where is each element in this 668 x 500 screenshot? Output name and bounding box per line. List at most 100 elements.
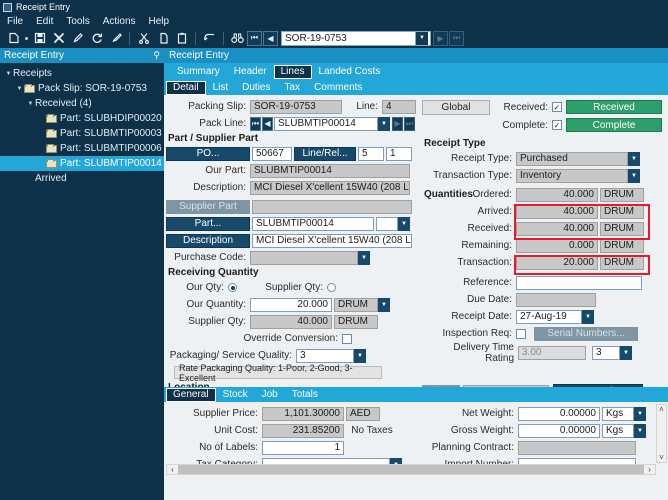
complete-checkbox[interactable]: ✓ <box>552 120 562 130</box>
packaging-quality-chevron-down-icon[interactable]: ▼ <box>354 349 366 363</box>
scroll-right-icon[interactable]: › <box>644 465 655 474</box>
tree-item[interactable]: Part: SLUBMTIP00003 <box>0 126 164 141</box>
pack-line-prev-icon[interactable]: ◀ <box>262 117 273 131</box>
our-qty-radio[interactable] <box>228 283 237 292</box>
our-quantity-uom-chevron-down-icon[interactable]: ▼ <box>378 298 390 312</box>
net-weight-field[interactable]: 0.00000 <box>518 407 600 421</box>
tab-detail[interactable]: Detail <box>166 81 206 95</box>
tree-item[interactable]: Part: SLUBHDIP00020 <box>0 111 164 126</box>
vertical-scrollbar[interactable]: ˄ ˅ <box>656 404 667 463</box>
clear-icon[interactable] <box>106 29 125 47</box>
pack-line-field[interactable]: SLUBMTIP00014 <box>274 117 378 131</box>
gross-weight-uom-field[interactable]: Kgs <box>602 424 634 438</box>
scroll-thumb[interactable] <box>178 465 644 474</box>
chevron-down-icon[interactable]: ▼ <box>415 32 428 45</box>
transaction-type-chevron-down-icon[interactable]: ▼ <box>628 169 640 183</box>
tab-comments[interactable]: Comments <box>307 81 369 95</box>
unit-cost-label: Unit Cost: <box>166 425 262 436</box>
search-input[interactable] <box>282 32 415 45</box>
binoculars-icon[interactable] <box>228 29 247 47</box>
menu-item-help[interactable]: Help <box>148 16 171 27</box>
tab-landed-costs[interactable]: Landed Costs <box>312 65 388 79</box>
part-field[interactable]: SLUBMTIP00014 <box>252 217 374 231</box>
collapse-arrow-icon[interactable]: ▼ <box>15 86 24 92</box>
tab-tax[interactable]: Tax <box>278 81 308 95</box>
override-conversion-checkbox[interactable] <box>342 334 352 344</box>
pack-line-last-icon[interactable]: ⏭ <box>404 117 415 131</box>
description-button[interactable]: Description <box>166 234 250 248</box>
previous-record-icon[interactable]: ◀ <box>263 31 278 46</box>
collapse-arrow-icon[interactable]: ▼ <box>26 101 35 107</box>
menu-item-actions[interactable]: Actions <box>102 16 137 27</box>
part-extra-field[interactable] <box>376 217 398 231</box>
copy-icon[interactable] <box>153 29 172 47</box>
horizontal-scrollbar[interactable]: ‹ › <box>166 464 656 475</box>
next-record-icon[interactable]: ▶ <box>433 31 448 46</box>
inspection-req-checkbox[interactable] <box>516 329 526 339</box>
supplier-qty-radio[interactable] <box>327 283 336 292</box>
pack-line-chevron-down-icon[interactable]: ▼ <box>378 117 390 131</box>
line-rel-line-field[interactable]: 5 <box>358 147 384 161</box>
tab-stock[interactable]: Stock <box>216 388 255 402</box>
tree-item[interactable]: ▼Receipts <box>0 66 164 81</box>
net-weight-uom-field[interactable]: Kgs <box>602 407 634 421</box>
menu-item-file[interactable]: File <box>6 16 24 27</box>
tab-duties[interactable]: Duties <box>235 81 277 95</box>
delivery-rating-chevron-down-icon[interactable]: ▼ <box>620 346 632 360</box>
receipt-date-field[interactable]: 27-Aug-19 <box>516 310 582 324</box>
last-record-icon[interactable]: ⏭ <box>449 31 464 46</box>
pack-line-first-icon[interactable]: ⏮ <box>250 117 261 131</box>
tab-totals[interactable]: Totals <box>285 388 325 402</box>
new-icon[interactable] <box>4 29 23 47</box>
description2-field[interactable]: MCI Diesel X'cellent 15W40 (208 Ltr) <box>252 234 412 248</box>
tab-header[interactable]: Header <box>227 65 274 79</box>
net-weight-chevron-down-icon[interactable]: ▼ <box>634 407 646 421</box>
tree-item[interactable]: Part: SLUBMTIP00006 <box>0 141 164 156</box>
tab-summary[interactable]: Summary <box>170 65 227 79</box>
scroll-up-icon[interactable]: ˄ <box>659 405 664 414</box>
scroll-left-icon[interactable]: ‹ <box>167 465 178 474</box>
tree-item[interactable]: ▼Pack Slip: SOR-19-0753 <box>0 81 164 96</box>
paste-icon[interactable] <box>172 29 191 47</box>
part-button[interactable]: Part... <box>166 217 250 231</box>
tab-lines[interactable]: Lines <box>274 65 312 79</box>
save-icon[interactable] <box>30 29 49 47</box>
global-button[interactable]: Global <box>422 100 490 115</box>
pack-line-next-icon[interactable]: ▶ <box>392 117 403 131</box>
delete-icon[interactable] <box>49 29 68 47</box>
received-checkbox[interactable]: ✓ <box>552 102 562 112</box>
tree-item[interactable]: Arrived <box>0 171 164 186</box>
line-rel-release-field[interactable]: 1 <box>386 147 412 161</box>
our-quantity-field[interactable]: 20.000 <box>250 298 332 312</box>
refresh-icon[interactable] <box>87 29 106 47</box>
reference-field[interactable] <box>516 276 642 290</box>
part-chevron-down-icon[interactable]: ▼ <box>398 217 410 231</box>
menu-item-edit[interactable]: Edit <box>35 16 54 27</box>
receipt-type-chevron-down-icon[interactable]: ▼ <box>628 152 640 166</box>
search-box[interactable]: ▼ <box>281 31 431 46</box>
tab-list[interactable]: List <box>206 81 236 95</box>
scroll-down-icon[interactable]: ˅ <box>659 453 664 462</box>
po-button[interactable]: PO... <box>166 147 250 161</box>
delivery-rating-select[interactable]: 3 <box>592 346 620 360</box>
packaging-quality-field[interactable]: 3 <box>296 349 354 363</box>
po-field[interactable]: 50667 <box>252 147 292 161</box>
gross-weight-chevron-down-icon[interactable]: ▼ <box>634 424 646 438</box>
new-dropdown-icon[interactable] <box>23 29 30 47</box>
cut-icon[interactable] <box>134 29 153 47</box>
undo-icon[interactable] <box>200 29 219 47</box>
menu-item-tools[interactable]: Tools <box>65 16 90 27</box>
tab-job[interactable]: Job <box>255 388 285 402</box>
gross-weight-field[interactable]: 0.00000 <box>518 424 600 438</box>
line-rel-button[interactable]: Line/Rel... <box>294 147 356 161</box>
tree-item[interactable]: Part: SLUBMTIP00014 <box>0 156 164 171</box>
collapse-arrow-icon[interactable]: ▼ <box>4 71 13 77</box>
purchase-code-chevron-down-icon[interactable]: ▼ <box>358 251 370 265</box>
no-of-labels-field[interactable]: 1 <box>262 441 344 455</box>
tab-general[interactable]: General <box>166 388 216 402</box>
first-record-icon[interactable]: ⏮ <box>247 31 262 46</box>
pin-icon[interactable]: ⚲ <box>153 50 160 61</box>
tree-item[interactable]: ▼Received (4) <box>0 96 164 111</box>
receipt-date-chevron-down-icon[interactable]: ▼ <box>582 310 594 324</box>
edit-icon[interactable] <box>68 29 87 47</box>
